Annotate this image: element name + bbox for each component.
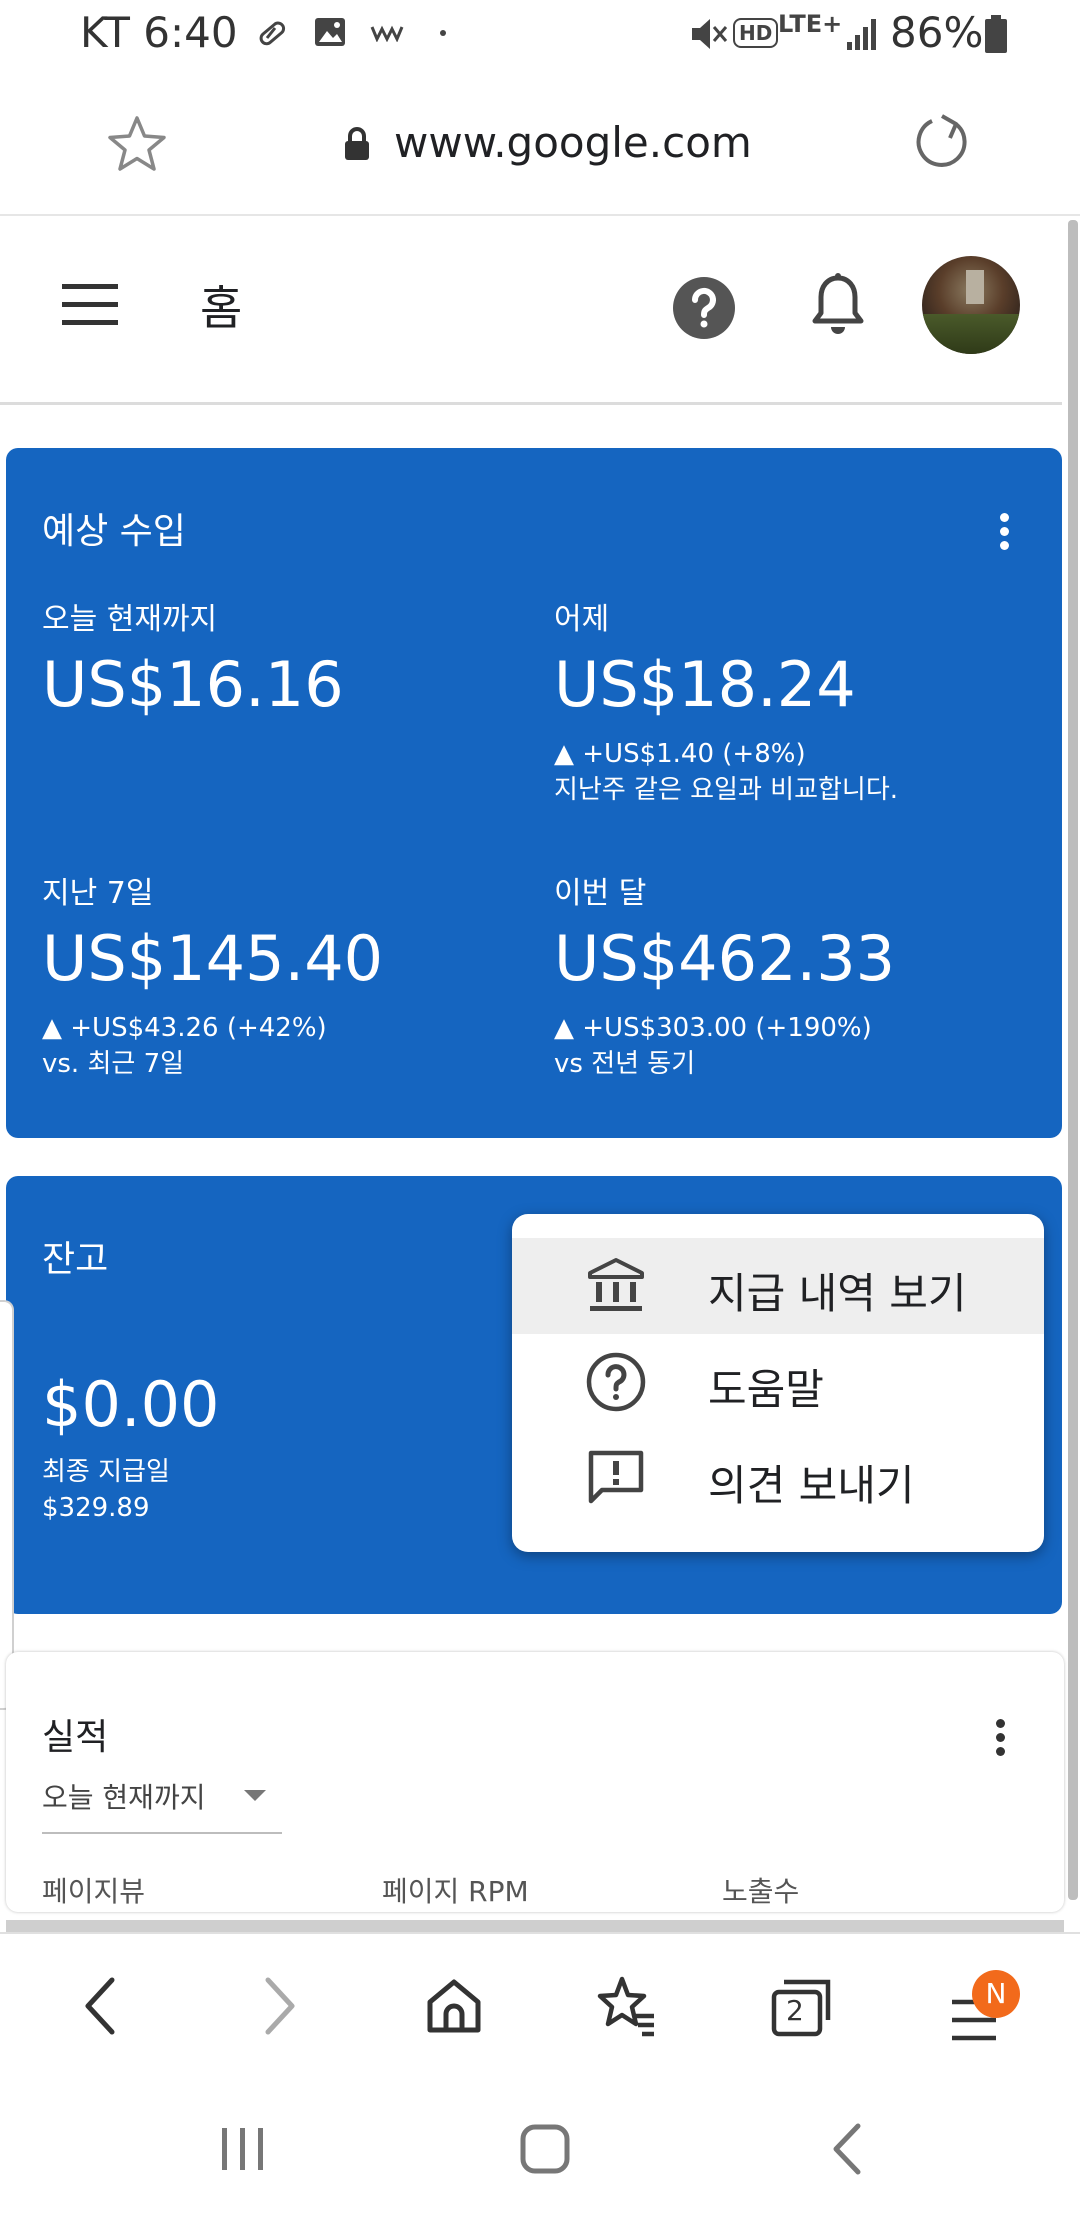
yesterday-label: 어제 xyxy=(554,602,610,637)
last7-note: vs. 최근 7일 xyxy=(42,1049,185,1079)
last7-change: ▲ +US$43.26 (+42%) xyxy=(42,1013,327,1043)
new-badge: N xyxy=(972,1970,1020,2018)
notifications-bell-icon[interactable] xyxy=(810,272,866,340)
hd-voice-badge: HD xyxy=(733,18,779,48)
last7-value: US$145.40 xyxy=(42,922,384,995)
this-month-value: US$462.33 xyxy=(554,922,896,995)
tabs-button[interactable]: 2 xyxy=(770,1978,832,2038)
date-range-value: 오늘 현재까지 xyxy=(42,1781,206,1814)
app-header: 홈 xyxy=(0,216,1062,405)
last7-label: 지난 7일 xyxy=(42,876,154,911)
more-notifications-dot xyxy=(440,30,446,36)
bookmark-star-icon[interactable] xyxy=(106,114,168,174)
mute-icon xyxy=(692,19,728,49)
menu-item-help[interactable]: 도움말 xyxy=(512,1334,1044,1430)
today-value: US$16.16 xyxy=(42,648,344,721)
dropdown-arrow-icon xyxy=(244,1790,266,1801)
battery-percent: 86% xyxy=(890,8,984,57)
carrier-time: KT 6:40 xyxy=(80,8,238,57)
menu-item-label: 도움말 xyxy=(708,1365,824,1414)
loading-bar xyxy=(6,1920,1064,1932)
bank-icon xyxy=(588,1258,644,1311)
menu-item-label: 지급 내역 보기 xyxy=(708,1269,967,1318)
tabs-count: 2 xyxy=(786,1994,804,2027)
column-header: 페이지 RPM xyxy=(382,1875,529,1908)
recent-apps-icon[interactable] xyxy=(218,2124,268,2174)
browser-address-bar: www.google.com xyxy=(0,72,1080,216)
this-month-note: vs 전년 동기 xyxy=(554,1049,696,1079)
help-outline-icon xyxy=(586,1352,646,1412)
column-header: 페이지뷰 xyxy=(42,1875,146,1908)
system-back-icon[interactable] xyxy=(830,2122,866,2176)
account-avatar[interactable] xyxy=(922,256,1020,354)
last-payment-label: 최종 지급일 xyxy=(42,1457,170,1487)
last-payment-value: $329.89 xyxy=(42,1493,150,1523)
system-navigation-bar xyxy=(0,2082,1080,2220)
home-icon[interactable] xyxy=(424,1976,484,2036)
forward-arrow-icon[interactable] xyxy=(260,1976,300,2036)
battery-icon xyxy=(985,15,1007,53)
today-label: 오늘 현재까지 xyxy=(42,602,218,637)
column-header: 노출수 xyxy=(722,1875,800,1908)
image-icon xyxy=(315,18,345,46)
reload-icon[interactable] xyxy=(912,112,972,172)
help-icon[interactable] xyxy=(672,276,736,340)
performance-title: 실적 xyxy=(42,1717,109,1758)
menu-item-label: 의견 보내기 xyxy=(708,1461,915,1510)
balance-title: 잔고 xyxy=(42,1239,109,1280)
date-range-dropdown[interactable]: 오늘 현재까지 xyxy=(42,1776,282,1834)
back-arrow-icon[interactable] xyxy=(80,1976,120,2036)
home-button-icon[interactable] xyxy=(518,2122,572,2176)
status-bar: KT 6:40 HD LTE+ 86% xyxy=(0,0,1080,72)
menu-item-payment-history[interactable]: 지급 내역 보기 xyxy=(512,1238,1044,1334)
yesterday-change: ▲ +US$1.40 (+8%) xyxy=(554,739,806,769)
feedback-icon xyxy=(588,1450,644,1504)
page-scrollbar-thumb[interactable] xyxy=(1068,220,1078,1900)
performance-card: 실적 오늘 현재까지 페이지뷰 페이지 RPM 노출수 xyxy=(6,1652,1064,1932)
pill-icon xyxy=(259,21,286,46)
app-notification-icon xyxy=(370,25,404,42)
yesterday-note: 지난주 같은 요일과 비교합니다. xyxy=(554,775,899,805)
more-options-icon[interactable] xyxy=(992,508,1016,555)
bookmarks-icon[interactable] xyxy=(594,1974,658,2038)
yesterday-value: US$18.24 xyxy=(554,648,856,721)
page-title: 홈 xyxy=(200,281,243,335)
estimated-earnings-card: 예상 수입 오늘 현재까지 US$16.16 어제 US$18.24 ▲ +US… xyxy=(6,448,1062,1138)
browser-menu-button[interactable]: N xyxy=(950,1970,1050,2054)
network-type: LTE+ xyxy=(778,10,843,38)
menu-item-send-feedback[interactable]: 의견 보내기 xyxy=(512,1430,1044,1526)
context-menu: 지급 내역 보기 도움말 의견 보내기 xyxy=(512,1214,1044,1552)
balance-value: $0.00 xyxy=(42,1368,220,1441)
edge-panel-handle[interactable] xyxy=(0,1300,14,1710)
url-text[interactable]: www.google.com xyxy=(394,118,752,167)
this-month-change: ▲ +US$303.00 (+190%) xyxy=(554,1013,872,1043)
this-month-label: 이번 달 xyxy=(554,876,647,911)
lock-icon xyxy=(345,127,369,160)
browser-bottom-toolbar: 2 N xyxy=(0,1932,1080,2084)
card-title: 예상 수입 xyxy=(42,511,186,552)
hamburger-menu-icon[interactable] xyxy=(60,282,120,328)
signal-icon xyxy=(847,19,876,50)
performance-more-options-icon[interactable] xyxy=(988,1714,1012,1761)
